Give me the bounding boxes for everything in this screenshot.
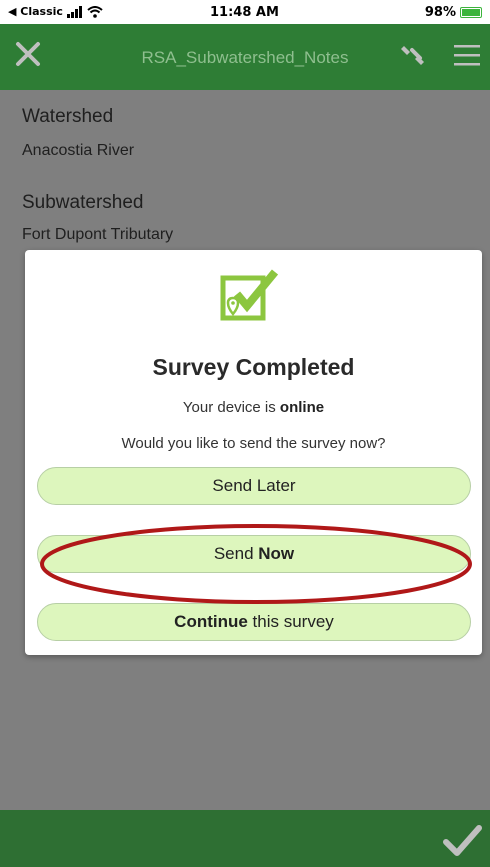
continue-label-suffix: this survey (247, 612, 334, 631)
app-footer (0, 810, 490, 867)
submit-check-icon[interactable] (442, 820, 482, 860)
continue-label-bold: Continue (174, 612, 248, 631)
app-header: RSA_Subwatershed_Notes (0, 24, 490, 90)
signal-icon (66, 5, 82, 18)
send-later-label: Send Later (212, 476, 296, 495)
field-value-watershed: Anacostia River (22, 142, 135, 159)
back-to-app-link[interactable]: ◀ Classic (8, 5, 63, 18)
battery-icon (460, 7, 482, 18)
status-bar: ◀ Classic 11:48 AM 98% (0, 0, 490, 24)
battery-percent: 98% (424, 5, 456, 20)
send-question: Would you like to send the survey now? (121, 435, 386, 452)
survey-complete-icon (220, 269, 279, 321)
field-value-subwatershed: Fort Dupont Tributary (22, 226, 174, 243)
field-label-subwatershed: Subwatershed (22, 192, 144, 213)
clock: 11:48 AM (210, 5, 279, 20)
connection-status-value: online (279, 399, 325, 416)
field-label-watershed: Watershed (22, 106, 114, 127)
connection-status-prefix: Your device is (182, 399, 280, 416)
wifi-icon (87, 5, 103, 18)
highlight-ellipse (40, 524, 472, 604)
dialog-title: Survey Completed (152, 354, 355, 380)
menu-icon[interactable] (452, 40, 482, 70)
continue-survey-button[interactable]: Continue this survey (37, 603, 471, 641)
status-left: ◀ Classic (8, 5, 103, 18)
status-right: 98% (425, 5, 482, 20)
connection-status: Your device is online (25, 399, 482, 416)
satellite-icon[interactable] (398, 38, 428, 68)
send-later-button[interactable]: Send Later (37, 467, 471, 505)
